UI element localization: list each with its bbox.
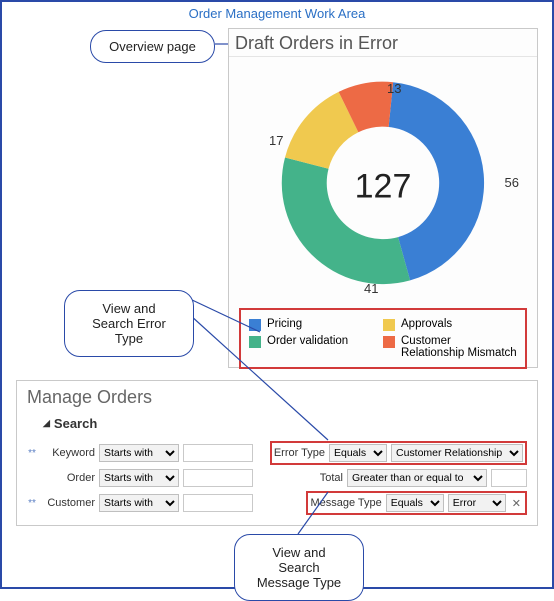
chart-label-approvals: 17: [269, 133, 283, 148]
callout-overview: Overview page: [90, 30, 215, 63]
total-op-select[interactable]: Greater than or equal to: [347, 469, 487, 487]
legend-item-order-validation: Order validation: [249, 333, 383, 361]
error-type-group: Error Type Equals Customer Relationship: [270, 441, 527, 465]
chart-title: Draft Orders in Error: [229, 29, 537, 57]
search-grid: ** Keyword Starts with Error Type Equals…: [23, 439, 531, 517]
callout-error-type: View and Search Error Type: [64, 290, 194, 357]
required-marker: **: [27, 498, 39, 509]
customer-label: Customer: [43, 497, 95, 509]
order-label: Order: [43, 472, 95, 484]
search-heading[interactable]: ◢ Search: [23, 414, 531, 439]
error-type-value-select[interactable]: Customer Relationship: [391, 444, 523, 462]
error-type-op-select[interactable]: Equals: [329, 444, 387, 462]
chart-panel: Draft Orders in Error 127 13 56 41 17: [228, 28, 538, 368]
search-row-keyword-errortype: ** Keyword Starts with Error Type Equals…: [23, 439, 531, 467]
legend-label: Approvals: [401, 318, 452, 330]
legend-item-pricing: Pricing: [249, 316, 383, 333]
customer-input[interactable]: [183, 494, 253, 512]
order-input[interactable]: [183, 469, 253, 487]
chart-legend: Pricing Approvals Order validation Custo…: [239, 308, 527, 369]
collapse-icon: ◢: [43, 418, 50, 429]
search-row-customer-msgtype: ** Customer Starts with Message Type Equ…: [23, 489, 531, 517]
message-type-label: Message Type: [310, 497, 381, 509]
chart-label-cust-rel: 13: [387, 81, 401, 96]
chart-label-order-validation: 41: [364, 281, 378, 296]
callout-message-type: View and Search Message Type: [234, 534, 364, 601]
swatch-order-validation: [249, 336, 261, 348]
legend-item-cust-rel: Customer Relationship Mismatch: [383, 333, 517, 361]
close-icon[interactable]: ✕: [510, 497, 523, 510]
swatch-cust-rel: [383, 336, 395, 348]
message-type-value-select[interactable]: Error: [448, 494, 506, 512]
page-title: Order Management Work Area: [2, 2, 552, 27]
keyword-op-select[interactable]: Starts with: [99, 444, 179, 462]
swatch-approvals: [383, 319, 395, 331]
legend-item-approvals: Approvals: [383, 316, 517, 333]
message-type-group: Message Type Equals Error ✕: [306, 491, 527, 515]
legend-label: Customer Relationship Mismatch: [401, 335, 517, 359]
search-heading-label: Search: [54, 416, 97, 431]
error-type-label: Error Type: [274, 447, 325, 459]
legend-label: Order validation: [267, 335, 348, 347]
order-op-select[interactable]: Starts with: [99, 469, 179, 487]
message-type-op-select[interactable]: Equals: [386, 494, 444, 512]
total-label: Total: [320, 472, 343, 484]
legend-label: Pricing: [267, 318, 302, 330]
manage-orders-panel: Manage Orders ◢ Search ** Keyword Starts…: [16, 380, 538, 526]
keyword-label: Keyword: [43, 447, 95, 459]
keyword-input[interactable]: [183, 444, 253, 462]
total-input[interactable]: [491, 469, 527, 487]
required-marker: **: [27, 448, 39, 459]
donut-chart: 127 13 56 41 17: [229, 67, 537, 302]
manage-orders-title: Manage Orders: [23, 385, 531, 414]
chart-label-pricing: 56: [505, 175, 519, 190]
customer-op-select[interactable]: Starts with: [99, 494, 179, 512]
swatch-pricing: [249, 319, 261, 331]
donut-total: 127: [355, 167, 412, 206]
search-row-order-total: Order Starts with Total Greater than or …: [23, 467, 531, 489]
